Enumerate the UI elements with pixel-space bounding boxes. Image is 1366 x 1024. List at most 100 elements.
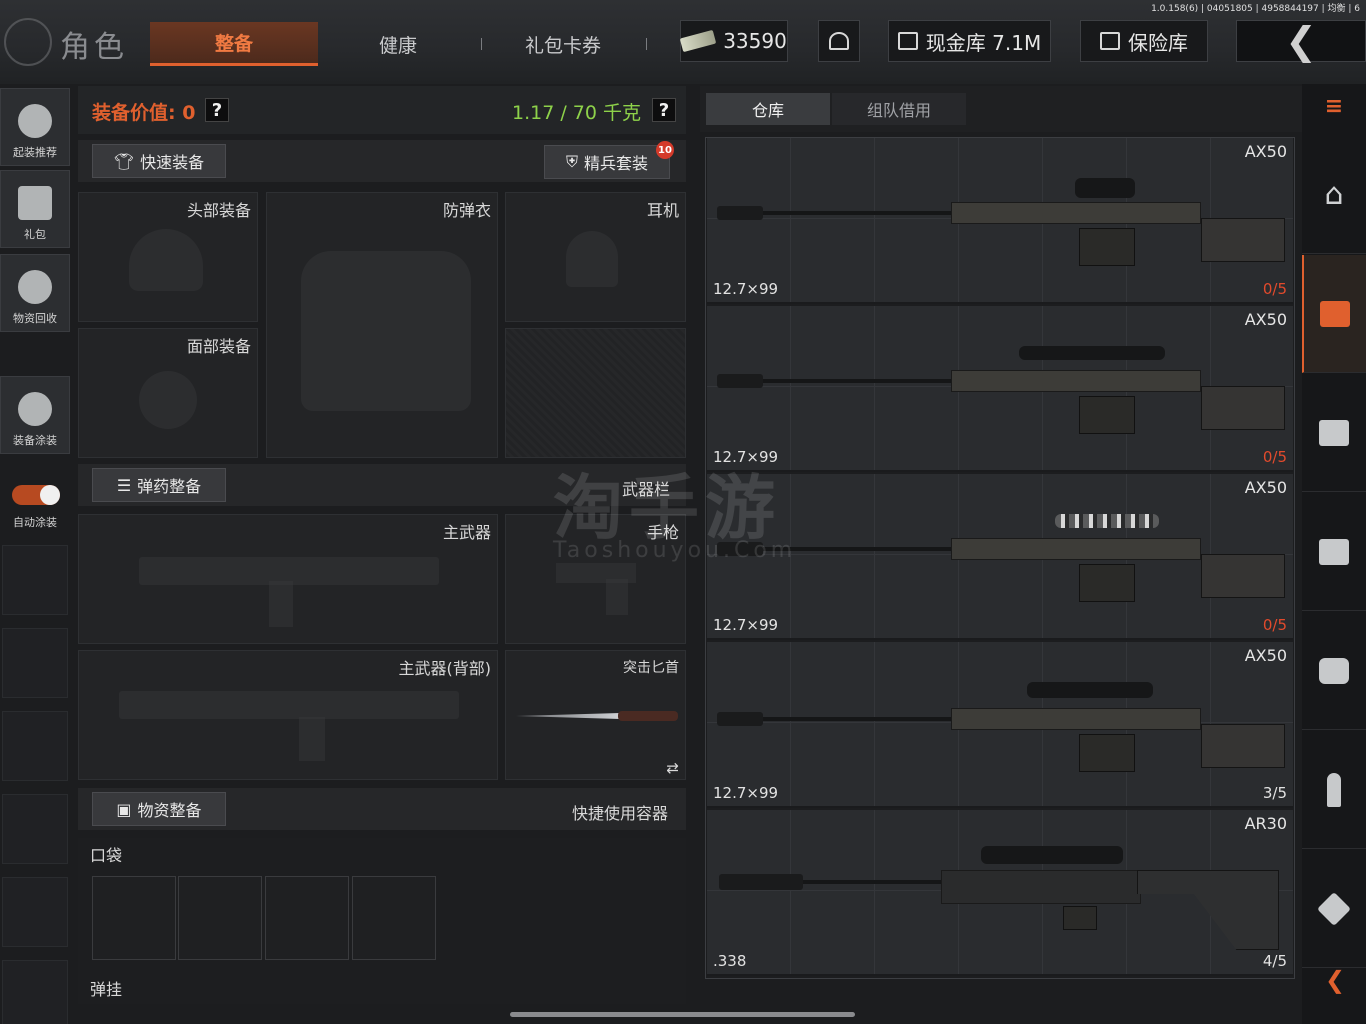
safe-button[interactable]: 保险库 bbox=[1080, 20, 1208, 62]
gas-mask-icon bbox=[139, 371, 197, 429]
back-button[interactable]: ❮ bbox=[1236, 19, 1366, 63]
collapse-icon[interactable]: ❮ bbox=[1320, 966, 1350, 996]
pocket-label: 口袋 bbox=[90, 846, 123, 865]
nav-ammo[interactable] bbox=[1302, 731, 1366, 849]
list-icon: ☰ bbox=[116, 475, 132, 495]
barrel-icon bbox=[763, 211, 953, 215]
slot-armor[interactable]: 防弹衣 bbox=[266, 192, 498, 458]
tab-health[interactable]: 健康 bbox=[318, 22, 478, 66]
nav-warehouse[interactable] bbox=[1302, 255, 1366, 373]
rifle-mag-icon bbox=[299, 717, 325, 761]
side-empty-slot bbox=[2, 960, 68, 1024]
stock-icon bbox=[1201, 554, 1285, 598]
slot-head[interactable]: 头部装备 bbox=[78, 192, 258, 322]
scope-icon bbox=[981, 846, 1123, 864]
quick-container-label: 快捷使用容器 bbox=[572, 804, 669, 823]
ammo-equip-button[interactable]: ☰ 弹药整备 bbox=[92, 468, 226, 502]
safe-label: 保险库 bbox=[1128, 30, 1188, 55]
slot-primary-back[interactable]: 主武器(背部) bbox=[78, 650, 498, 780]
side-empty-slot bbox=[2, 794, 68, 864]
rifle-body-icon bbox=[951, 538, 1201, 560]
side-loadout-recommend[interactable]: 起装推荐 bbox=[0, 88, 70, 166]
tab-gift-cards[interactable]: 礼包卡券 bbox=[488, 22, 638, 66]
help-button[interactable]: ? bbox=[652, 98, 676, 122]
medkit-icon bbox=[1319, 657, 1349, 684]
magazine-icon bbox=[1063, 906, 1097, 930]
help-button[interactable]: ? bbox=[205, 98, 229, 122]
tab-warehouse[interactable]: 仓库 bbox=[706, 93, 830, 125]
tab-team-borrow[interactable]: 组队借用 bbox=[832, 93, 966, 125]
side-gift[interactable]: 礼包 bbox=[0, 170, 70, 248]
stock-icon bbox=[1201, 724, 1285, 768]
slot-label: 耳机 bbox=[646, 201, 679, 220]
swap-icon[interactable]: ⇄ bbox=[666, 759, 679, 777]
supplies-equip-button[interactable]: ▣ 物资整备 bbox=[92, 792, 226, 826]
armor-vest-icon bbox=[301, 251, 471, 411]
slot-dagger[interactable]: 突击匕首 ⇄ bbox=[505, 650, 686, 780]
suppressor-icon bbox=[717, 374, 763, 388]
pocket-slot[interactable] bbox=[352, 876, 436, 960]
home-indicator[interactable] bbox=[510, 1012, 855, 1017]
warehouse-item[interactable]: AX50 12.7×99 0/5 bbox=[707, 306, 1293, 472]
warehouse-item[interactable]: AX50 12.7×99 3/5 bbox=[707, 642, 1293, 808]
suppressor-icon bbox=[719, 874, 803, 890]
recycle-icon bbox=[18, 270, 52, 304]
rifle-icon bbox=[119, 691, 459, 719]
slot-primary-weapon[interactable]: 主武器 bbox=[78, 514, 498, 644]
slot-locked bbox=[505, 328, 686, 458]
pocket-slot[interactable] bbox=[178, 876, 262, 960]
vault-cash-button[interactable]: 现金库 7.1M bbox=[888, 20, 1051, 62]
item-durability: 0/5 bbox=[1262, 448, 1287, 466]
pocket-slot[interactable] bbox=[92, 876, 176, 960]
nav-home[interactable]: ⌂ bbox=[1302, 136, 1366, 254]
side-label: 礼包 bbox=[24, 228, 46, 241]
suppressor-icon bbox=[717, 712, 763, 726]
warehouse-item[interactable]: AR30 .338 4/5 bbox=[707, 810, 1293, 976]
page-title: 角色 bbox=[60, 30, 128, 65]
box-icon bbox=[1319, 419, 1349, 446]
warehouse-item[interactable]: AX50 12.7×99 0/5 bbox=[707, 138, 1293, 304]
slot-ear[interactable]: 耳机 bbox=[505, 192, 686, 322]
item-durability: 0/5 bbox=[1262, 616, 1287, 634]
shield-icon: ⛨ bbox=[565, 152, 578, 171]
item-name: AX50 bbox=[1244, 478, 1287, 497]
item-caliber: 12.7×99 bbox=[713, 784, 779, 802]
suppressor-icon bbox=[717, 206, 763, 220]
item-durability: 0/5 bbox=[1262, 280, 1287, 298]
nav-medkit[interactable] bbox=[1302, 612, 1366, 730]
agent-button[interactable] bbox=[818, 20, 860, 62]
paint-icon bbox=[18, 392, 52, 426]
pocket-slot[interactable] bbox=[265, 876, 349, 960]
quick-equip-button[interactable]: 👕︎ 快速装备 bbox=[92, 144, 226, 178]
dagger-handle-icon bbox=[618, 711, 678, 721]
stock-icon bbox=[1201, 218, 1285, 262]
gift-icon bbox=[18, 186, 52, 220]
nav-box-1[interactable] bbox=[1302, 374, 1366, 492]
side-label: 装备涂装 bbox=[13, 434, 57, 447]
cash-display[interactable]: 33590 bbox=[679, 20, 788, 62]
slot-label: 主武器 bbox=[442, 523, 491, 542]
bag-icon: ▣ bbox=[116, 799, 132, 819]
quick-equip-label: 快速装备 bbox=[140, 153, 205, 172]
safe-icon bbox=[1100, 32, 1120, 50]
rifle-body-icon bbox=[951, 708, 1201, 730]
slot-label: 主武器(背部) bbox=[398, 659, 492, 678]
elite-set-button[interactable]: ⛨ 精兵套装 bbox=[544, 145, 670, 179]
slot-face[interactable]: 面部装备 bbox=[78, 328, 258, 458]
rifle-body-icon bbox=[941, 870, 1141, 904]
watermark-sub: Taoshouyou.Com bbox=[553, 538, 797, 563]
side-empty-slot bbox=[2, 877, 68, 947]
side-label: 物资回收 bbox=[13, 312, 57, 325]
tab-equip[interactable]: 整备 bbox=[150, 22, 318, 66]
supplies-equip-label: 物资整备 bbox=[137, 801, 202, 820]
item-caliber: 12.7×99 bbox=[713, 280, 779, 298]
filter-icon[interactable]: ≡ bbox=[1316, 96, 1352, 118]
camo-scope-icon bbox=[1055, 514, 1159, 528]
nav-box-2[interactable] bbox=[1302, 493, 1366, 611]
stock-icon bbox=[1201, 386, 1285, 430]
side-recycle[interactable]: 物资回收 bbox=[0, 254, 70, 332]
rifle-mag-icon bbox=[269, 581, 293, 627]
side-paint[interactable]: 装备涂装 bbox=[0, 376, 70, 454]
nav-cube[interactable] bbox=[1302, 850, 1366, 968]
elite-set-label: 精兵套装 bbox=[584, 154, 649, 173]
